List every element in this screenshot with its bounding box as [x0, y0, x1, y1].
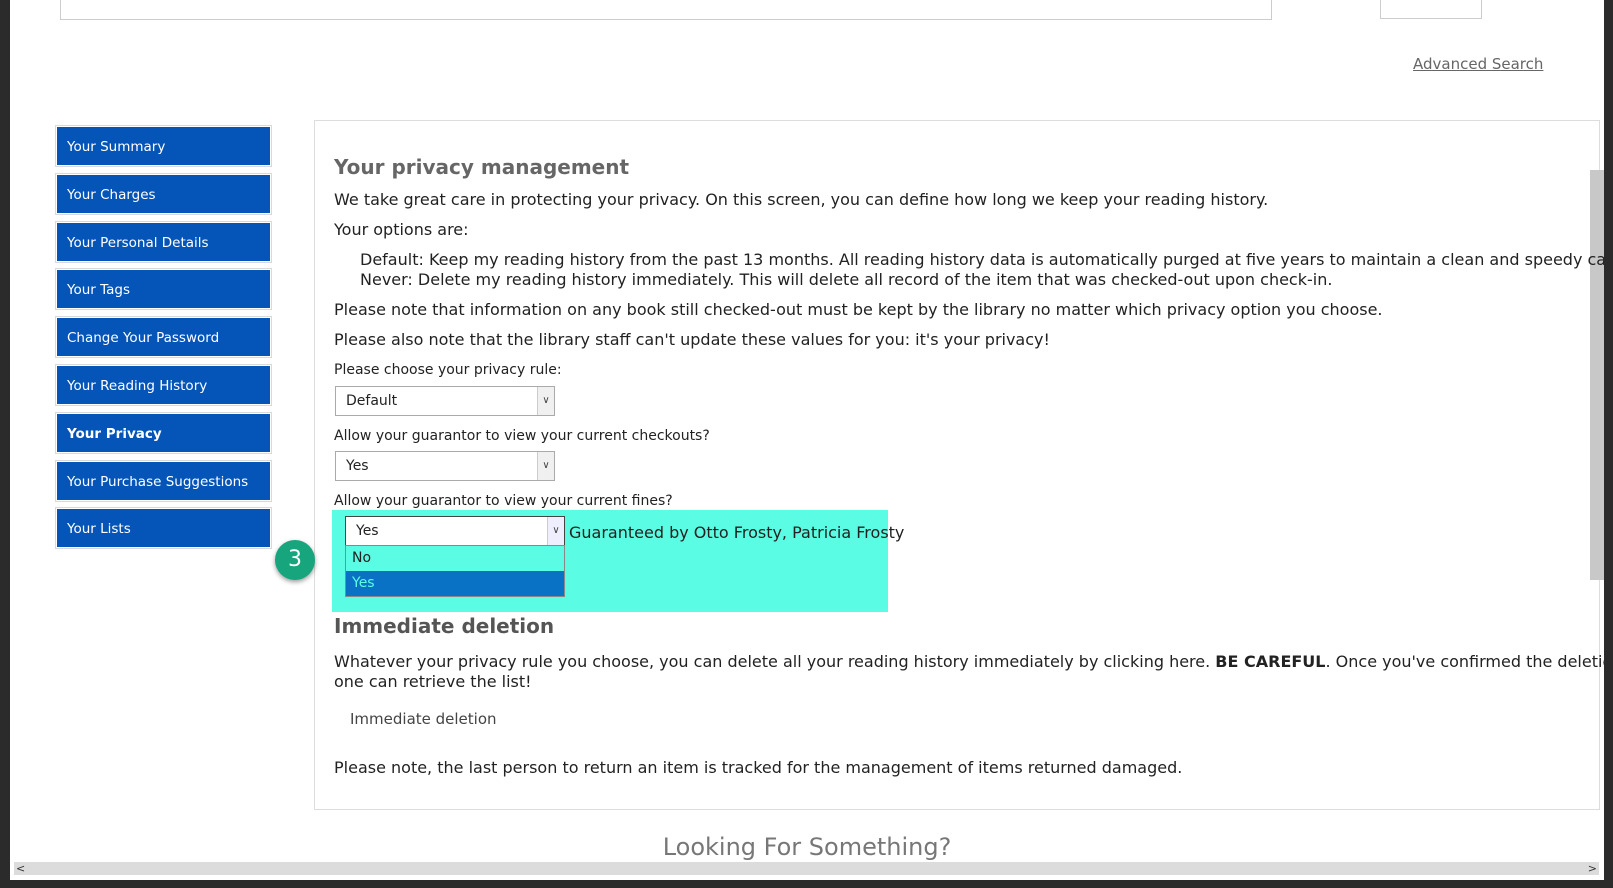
- scroll-right-icon[interactable]: >: [1588, 862, 1597, 875]
- vertical-scrollbar-thumb[interactable]: [1590, 170, 1604, 580]
- browser-viewport: Advanced Search Your Summary Your Charge…: [10, 0, 1604, 880]
- checkouts-label: Allow your guarantor to view your curren…: [334, 428, 710, 444]
- sidebar-item-personal-details[interactable]: Your Personal Details: [56, 221, 271, 262]
- option-default-text: Default: Keep my reading history from th…: [360, 250, 1604, 269]
- step-badge: 3: [275, 540, 315, 580]
- guaranteed-by-text: Guaranteed by Otto Frosty, Patricia Fros…: [569, 523, 905, 542]
- sidebar-item-charges[interactable]: Your Charges: [56, 173, 271, 214]
- footer-title: Looking For Something?: [662, 833, 952, 861]
- fines-select[interactable]: Yes ∨: [345, 516, 565, 546]
- deletion-text-before: Whatever your privacy rule you choose, y…: [334, 652, 1216, 671]
- fines-dropdown-list: No Yes: [345, 545, 565, 597]
- search-input[interactable]: [60, 0, 1272, 20]
- sidebar-item-reading-history[interactable]: Your Reading History: [56, 364, 271, 405]
- scroll-left-icon[interactable]: <: [16, 862, 25, 875]
- search-submit-box[interactable]: [1380, 0, 1482, 19]
- deletion-warning: BE CAREFUL: [1215, 652, 1326, 671]
- privacy-rule-value: Default: [346, 393, 398, 409]
- privacy-title: Your privacy management: [334, 155, 630, 179]
- privacy-rule-select[interactable]: Default ∨: [335, 386, 555, 416]
- chevron-down-icon: ∨: [547, 517, 564, 545]
- deletion-title: Immediate deletion: [334, 614, 555, 638]
- fines-value: Yes: [356, 523, 379, 539]
- advanced-search-link[interactable]: Advanced Search: [1413, 55, 1543, 73]
- deletion-text: Whatever your privacy rule you choose, y…: [334, 652, 1604, 671]
- deletion-text-line2: one can retrieve the list!: [334, 672, 532, 691]
- fines-option-no[interactable]: No: [346, 546, 564, 571]
- checkouts-value: Yes: [346, 458, 369, 474]
- option-never-text: Never: Delete my reading history immedia…: [360, 270, 1333, 289]
- damaged-items-note: Please note, the last person to return a…: [334, 758, 1183, 777]
- sidebar-item-purchase-suggestions[interactable]: Your Purchase Suggestions: [56, 460, 271, 501]
- deletion-text-after: . Once you've confirmed the deletion, no: [1325, 652, 1604, 671]
- account-sidebar: Your Summary Your Charges Your Personal …: [56, 126, 271, 556]
- options-label: Your options are:: [334, 220, 469, 239]
- immediate-deletion-button[interactable]: Immediate deletion: [350, 710, 497, 728]
- fines-option-yes[interactable]: Yes: [346, 571, 564, 596]
- sidebar-item-lists[interactable]: Your Lists: [56, 508, 271, 549]
- sidebar-item-summary[interactable]: Your Summary: [56, 126, 271, 166]
- privacy-intro: We take great care in protecting your pr…: [334, 190, 1269, 209]
- sidebar-item-privacy[interactable]: Your Privacy: [56, 412, 271, 453]
- privacy-rule-label: Please choose your privacy rule:: [334, 362, 562, 378]
- fines-label: Allow your guarantor to view your curren…: [334, 493, 673, 509]
- chevron-down-icon: ∨: [537, 387, 554, 415]
- checkouts-select[interactable]: Yes ∨: [335, 451, 555, 481]
- sidebar-item-tags[interactable]: Your Tags: [56, 269, 271, 310]
- horizontal-scrollbar[interactable]: < >: [14, 862, 1599, 875]
- note-staff: Please also note that the library staff …: [334, 330, 1050, 349]
- chevron-down-icon: ∨: [537, 452, 554, 480]
- note-checked-out: Please note that information on any book…: [334, 300, 1383, 319]
- sidebar-item-change-password[interactable]: Change Your Password: [56, 317, 271, 358]
